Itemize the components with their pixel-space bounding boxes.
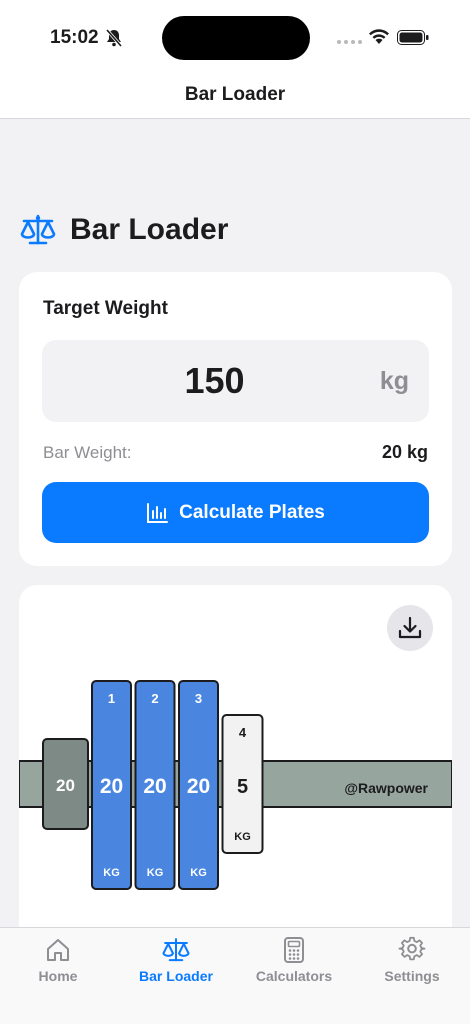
tab-bar: Home Bar Loader Calculators Settings (0, 927, 470, 1024)
tab-home-label: Home (38, 968, 78, 984)
plate: 3 20 KG (178, 680, 219, 890)
wifi-icon (369, 29, 389, 44)
plate-index-label: 2 (151, 691, 158, 706)
plate: 1 20 KG (91, 680, 132, 890)
nav-title: Bar Loader (184, 84, 286, 105)
home-icon (47, 939, 69, 961)
scale-icon (162, 938, 190, 962)
calculate-plates-label: Calculate Plates (179, 501, 325, 523)
status-bar: 15:02 (0, 0, 470, 72)
bar-chart-icon (147, 502, 169, 523)
collar-weight-label: 20 (56, 776, 75, 795)
plate-unit-label: KG (234, 831, 251, 843)
tab-bar-loader[interactable]: Bar Loader (126, 936, 226, 984)
calculator-icon (284, 937, 304, 963)
target-weight-label: Target Weight (43, 298, 168, 319)
bar-visual-card: 20 1 20 KG 2 20 KG 3 20 KG 4 5 KG @Rawpower (19, 585, 452, 985)
tab-settings-label: Settings (384, 968, 440, 984)
cellular-signal-icon (337, 40, 363, 44)
plate-index-label: 3 (195, 691, 202, 706)
target-weight-value[interactable]: 150 (42, 360, 387, 402)
navigation-bar: Bar Loader (0, 72, 470, 119)
barbell-visual: 20 1 20 KG 2 20 KG 3 20 KG 4 5 KG @Rawpower (19, 680, 452, 890)
plate-index-label: 1 (108, 691, 115, 706)
page-header: Bar Loader (20, 208, 228, 252)
plate-weight-label: 20 (143, 775, 166, 798)
calculate-plates-button[interactable]: Calculate Plates (42, 482, 429, 543)
plate-unit-label: KG (103, 867, 120, 879)
plate: 4 5 KG (221, 714, 264, 854)
weight-unit-label: kg (379, 367, 409, 395)
plate-weight-label: 20 (100, 775, 123, 798)
bar-weight-label: Bar Weight: (43, 443, 132, 462)
download-button[interactable] (387, 605, 433, 651)
bell-slash-icon (105, 28, 123, 48)
target-weight-input[interactable]: 150 kg (42, 340, 429, 422)
battery-icon (397, 30, 429, 45)
tab-bar-loader-label: Bar Loader (139, 968, 213, 984)
target-weight-card: Target Weight 150 kg Bar Weight: 20 kg C… (19, 272, 452, 566)
tab-calculators-label: Calculators (255, 968, 333, 984)
plate: 2 20 KG (134, 680, 176, 890)
dynamic-island (162, 16, 310, 60)
gear-icon (398, 936, 426, 961)
watermark: @Rawpower (344, 780, 428, 796)
scale-icon (20, 214, 56, 245)
plate-weight-label: 5 (237, 776, 248, 798)
bar-weight-value: 20 kg (381, 442, 428, 462)
plate-index-label: 4 (239, 725, 247, 740)
plate-weight-label: 20 (187, 775, 210, 798)
tab-home[interactable]: Home (8, 936, 108, 984)
plate-unit-label: KG (147, 867, 164, 879)
tab-settings[interactable]: Settings (362, 936, 462, 984)
page-title: Bar Loader (70, 213, 229, 246)
tab-calculators[interactable]: Calculators (244, 936, 344, 984)
download-icon (398, 616, 422, 639)
status-time: 15:02 (50, 27, 99, 48)
plate-unit-label: KG (190, 867, 207, 879)
